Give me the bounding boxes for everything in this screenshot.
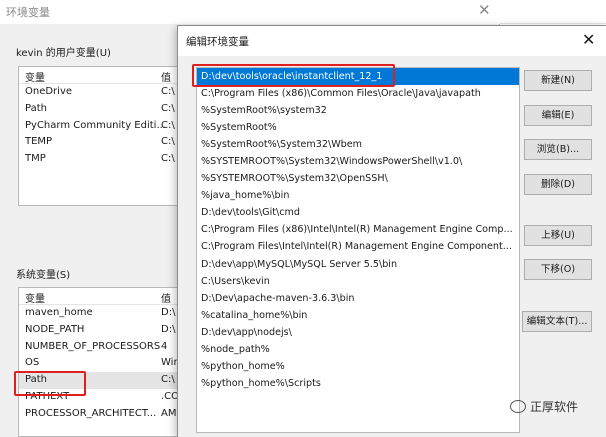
path-entries-list[interactable]: D:\dev\tools\oracle\instantclient_12_1 C:…	[196, 67, 520, 433]
move-down-button[interactable]: 下移(O)	[524, 259, 592, 280]
variable-value: C:\	[161, 119, 175, 131]
path-entry[interactable]: %SystemRoot%	[197, 119, 519, 136]
path-entry[interactable]: D:\dev\tools\Git\cmd	[197, 204, 519, 221]
variable-name: TEMP	[25, 136, 53, 148]
path-entry[interactable]: D:\Dev\apache-maven-3.6.3\bin	[197, 290, 519, 307]
path-entry[interactable]: D:\dev\app\MySQL\MySQL Server 5.5\bin	[197, 256, 519, 273]
variable-value: C:\	[161, 153, 175, 165]
variable-name: OneDrive	[25, 86, 73, 97]
list-item[interactable]: OS Win	[19, 355, 187, 372]
path-entry[interactable]: C:\Program Files\Intel\Intel(R) Manageme…	[197, 238, 519, 255]
list-item[interactable]: TMP C:\	[19, 151, 187, 168]
watermark: 正厚软件	[510, 398, 578, 415]
path-entry[interactable]: %java_home%\bin	[197, 187, 519, 204]
wechat-icon	[510, 400, 526, 413]
variable-name: PyCharm Community Editi...	[25, 119, 166, 131]
variable-name: PROCESSOR_ARCHITECT...	[25, 407, 157, 419]
move-up-button[interactable]: 上移(U)	[524, 225, 592, 246]
edit-environment-variable-dialog: 编辑环境变量 ✕ D:\dev\tools\oracle\instantclie…	[177, 25, 606, 437]
variable-name: TMP	[25, 153, 46, 165]
path-entry[interactable]: C:\Users\kevin	[197, 273, 519, 290]
window-title: 环境变量	[6, 6, 50, 19]
list-item[interactable]: Path C:\	[19, 101, 187, 118]
path-entry[interactable]: %SystemRoot%\system32	[197, 102, 519, 119]
variable-value: C:\	[161, 86, 175, 97]
path-entry[interactable]: D:\dev\tools\oracle\instantclient_12_1	[197, 68, 519, 86]
variable-value: AM	[161, 407, 177, 419]
window-titlebar: 环境变量 ✕	[0, 0, 500, 24]
list-header: 变量 值	[19, 288, 187, 305]
path-entry[interactable]: %node_path%	[197, 341, 519, 358]
dialog-titlebar: 编辑环境变量 ✕	[178, 26, 606, 56]
delete-button[interactable]: 删除(D)	[524, 174, 592, 195]
system-vars-list[interactable]: 变量 值 maven_home D:\ NODE_PATH D:\ NUMBER_OF_…	[18, 287, 188, 437]
variable-name: OS	[25, 357, 40, 369]
path-entry[interactable]: %catalina_home%\bin	[197, 307, 519, 324]
variable-value: 4	[161, 340, 168, 352]
variable-name: NODE_PATH	[25, 323, 85, 335]
path-entry[interactable]: %SystemRoot%\System32\Wbem	[197, 136, 519, 153]
path-entry[interactable]: C:\Program Files (x86)\Intel\Intel(R) Ma…	[197, 221, 519, 238]
variable-value: C:\	[161, 136, 175, 148]
column-header-variable[interactable]: 变量	[25, 290, 45, 305]
list-item[interactable]: TEMP C:\	[19, 134, 187, 151]
close-icon[interactable]: ✕	[582, 30, 595, 49]
edit-button[interactable]: 编辑(E)	[524, 105, 592, 126]
path-entry[interactable]: %SYSTEMROOT%\System32\OpenSSH\	[197, 170, 519, 187]
path-entry[interactable]: %python_home%	[197, 358, 519, 375]
list-item[interactable]: NODE_PATH D:\	[19, 322, 187, 339]
list-item[interactable]: PATHEXT .CO	[19, 389, 187, 406]
path-entry[interactable]: %python_home%\Scripts	[197, 375, 519, 392]
list-item[interactable]: Path C:\	[19, 372, 187, 389]
dialog-title: 编辑环境变量	[186, 36, 249, 48]
path-entry[interactable]: D:\dev\app\nodejs\	[197, 324, 519, 341]
path-entry[interactable]: C:\Program Files (x86)\Common Files\Orac…	[197, 85, 519, 102]
background-strip	[500, 0, 606, 24]
variable-name: PATHEXT	[25, 390, 70, 402]
list-item[interactable]: OneDrive C:\	[19, 84, 187, 101]
close-icon[interactable]: ✕	[478, 1, 491, 19]
list-item[interactable]: maven_home D:\	[19, 305, 187, 322]
variable-name: Path	[25, 374, 47, 386]
variable-value: D:\	[161, 323, 176, 335]
variable-value: C:\	[161, 374, 175, 386]
edit-text-button[interactable]: 编辑文本(T)...	[522, 311, 592, 332]
list-item[interactable]: NUMBER_OF_PROCESSORS 4	[19, 339, 187, 356]
variable-name: maven_home	[25, 307, 93, 318]
variable-value: C:\	[161, 102, 175, 114]
column-header-variable[interactable]: 变量	[25, 69, 45, 84]
variable-name: Path	[25, 102, 47, 114]
new-button[interactable]: 新建(N)	[524, 70, 592, 91]
variable-name: NUMBER_OF_PROCESSORS	[25, 340, 161, 352]
column-header-value[interactable]: 值	[161, 69, 171, 84]
watermark-text: 正厚软件	[530, 400, 579, 414]
user-vars-list[interactable]: 变量 值 OneDrive C:\ Path C:\ PyCharm Community…	[18, 66, 188, 206]
variable-value: D:\	[161, 307, 176, 318]
list-item[interactable]: PyCharm Community Editi... C:\	[19, 118, 187, 135]
column-header-value[interactable]: 值	[161, 290, 171, 305]
path-entry[interactable]: %SYSTEMROOT%\System32\WindowsPowerShell\…	[197, 153, 519, 170]
list-item[interactable]: PROCESSOR_ARCHITECT... AM	[19, 406, 187, 423]
list-header: 变量 值	[19, 67, 187, 84]
system-vars-label: 系统变量(S)	[16, 270, 71, 281]
user-vars-label: kevin 的用户变量(U)	[16, 48, 111, 59]
browse-button[interactable]: 浏览(B)...	[524, 139, 592, 160]
